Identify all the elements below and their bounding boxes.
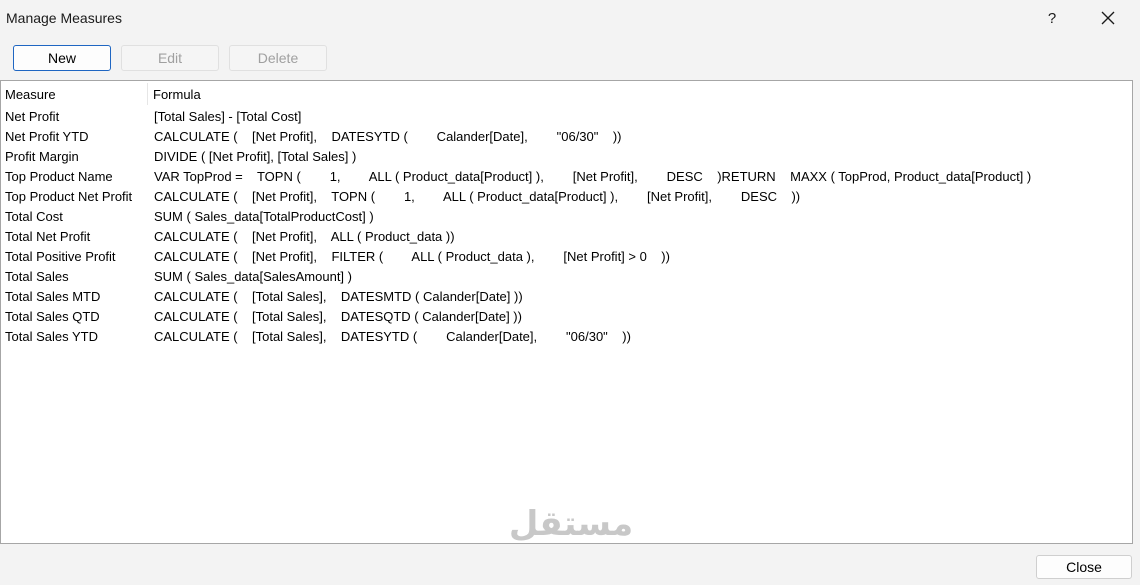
column-header-formula[interactable]: Formula bbox=[153, 87, 201, 102]
measure-cell: Total Cost bbox=[5, 209, 63, 224]
table-row[interactable]: Net Profit [Total Sales] - [Total Cost] bbox=[1, 106, 1132, 126]
help-button[interactable]: ? bbox=[1032, 4, 1072, 32]
dialog-title: Manage Measures bbox=[6, 10, 122, 26]
delete-button[interactable]: Delete bbox=[229, 45, 327, 71]
table-row[interactable]: Total Sales SUM ( Sales_data[SalesAmount… bbox=[1, 266, 1132, 286]
measure-cell: Total Sales MTD bbox=[5, 289, 101, 304]
table-row[interactable]: Total Sales MTD CALCULATE ( [Total Sales… bbox=[1, 286, 1132, 306]
table-row[interactable]: Total Sales QTD CALCULATE ( [Total Sales… bbox=[1, 306, 1132, 326]
measure-cell: Top Product Name bbox=[5, 169, 113, 184]
formula-cell: CALCULATE ( [Net Profit], FILTER ( ALL (… bbox=[154, 249, 670, 264]
grid-rows: Net Profit [Total Sales] - [Total Cost] … bbox=[1, 106, 1132, 346]
dialog-footer: Close bbox=[0, 545, 1140, 585]
formula-cell: CALCULATE ( [Net Profit], ALL ( Product_… bbox=[154, 229, 455, 244]
measure-cell: Total Sales YTD bbox=[5, 329, 98, 344]
grid-header: Measure Formula bbox=[1, 81, 1132, 107]
measure-cell: Total Net Profit bbox=[5, 229, 91, 244]
measure-cell: Profit Margin bbox=[5, 149, 79, 164]
formula-cell: SUM ( Sales_data[SalesAmount] ) bbox=[154, 269, 352, 284]
table-row[interactable]: Total Positive Profit CALCULATE ( [Net P… bbox=[1, 246, 1132, 266]
table-row[interactable]: Net Profit YTD CALCULATE ( [Net Profit],… bbox=[1, 126, 1132, 146]
close-icon bbox=[1101, 11, 1115, 25]
formula-cell: SUM ( Sales_data[TotalProductCost] ) bbox=[154, 209, 374, 224]
table-row[interactable]: Total Cost SUM ( Sales_data[TotalProduct… bbox=[1, 206, 1132, 226]
table-row[interactable]: Profit Margin DIVIDE ( [Net Profit], [To… bbox=[1, 146, 1132, 166]
edit-button[interactable]: Edit bbox=[121, 45, 219, 71]
measure-cell: Total Sales bbox=[5, 269, 69, 284]
formula-cell: CALCULATE ( [Net Profit], DATESYTD ( Cal… bbox=[154, 129, 622, 144]
measure-cell: Total Sales QTD bbox=[5, 309, 100, 324]
formula-cell: [Total Sales] - [Total Cost] bbox=[154, 109, 302, 124]
table-row[interactable]: Total Net Profit CALCULATE ( [Net Profit… bbox=[1, 226, 1132, 246]
formula-cell: CALCULATE ( [Net Profit], TOPN ( 1, ALL … bbox=[154, 189, 801, 204]
measure-cell: Net Profit bbox=[5, 109, 60, 124]
title-bar: Manage Measures ? bbox=[0, 0, 1140, 38]
title-close-button[interactable] bbox=[1088, 4, 1128, 32]
formula-cell: DIVIDE ( [Net Profit], [Total Sales] ) bbox=[154, 149, 357, 164]
formula-cell: CALCULATE ( [Total Sales], DATESQTD ( Ca… bbox=[154, 309, 522, 324]
help-icon: ? bbox=[1047, 9, 1057, 27]
formula-cell: CALCULATE ( [Total Sales], DATESYTD ( Ca… bbox=[154, 329, 631, 344]
table-row[interactable]: Top Product Net Profit CALCULATE ( [Net … bbox=[1, 186, 1132, 206]
measures-grid[interactable]: Measure Formula Net Profit [Total Sales]… bbox=[0, 80, 1133, 544]
column-header-measure[interactable]: Measure bbox=[5, 87, 56, 102]
new-button[interactable]: New bbox=[13, 45, 111, 71]
formula-cell: CALCULATE ( [Total Sales], DATESMTD ( Ca… bbox=[154, 289, 523, 304]
manage-measures-dialog: Manage Measures ? New Edit Delete Measur… bbox=[0, 0, 1140, 585]
table-row[interactable]: Top Product Name VAR TopProd = TOPN ( 1,… bbox=[1, 166, 1132, 186]
measure-cell: Net Profit YTD bbox=[5, 129, 89, 144]
toolbar: New Edit Delete bbox=[0, 38, 1140, 80]
formula-cell: VAR TopProd = TOPN ( 1, ALL ( Product_da… bbox=[154, 169, 1032, 184]
measure-cell: Total Positive Profit bbox=[5, 249, 116, 264]
measure-cell: Top Product Net Profit bbox=[5, 189, 133, 204]
column-divider[interactable] bbox=[147, 83, 148, 105]
close-button[interactable]: Close bbox=[1036, 555, 1132, 579]
table-row[interactable]: Total Sales YTD CALCULATE ( [Total Sales… bbox=[1, 326, 1132, 346]
